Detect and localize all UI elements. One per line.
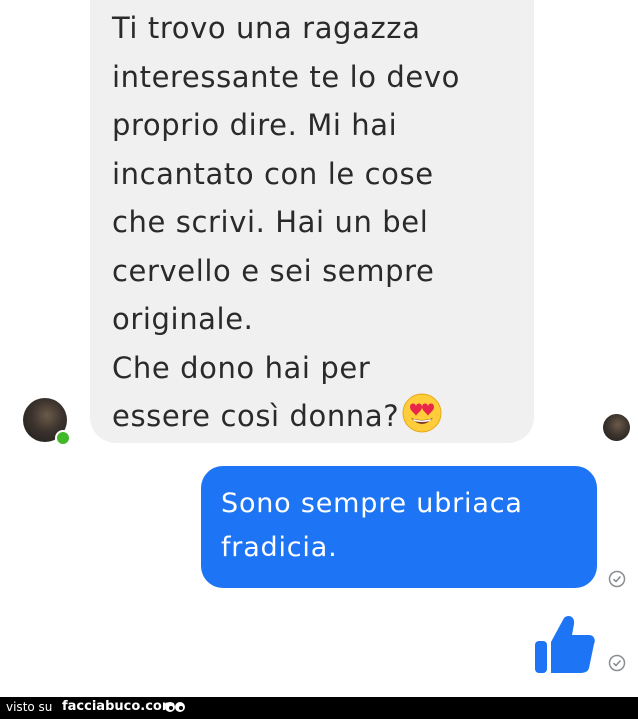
- outgoing-message-text: Sono sempre ubriaca fradicia.: [221, 488, 523, 563]
- footer-site-name: facciabuco.com: [62, 699, 176, 714]
- incoming-message-text: Ti trovo una ragazza interessante te lo …: [112, 11, 460, 433]
- outgoing-message-bubble[interactable]: Sono sempre ubriaca fradicia.: [201, 466, 597, 588]
- read-receipt-avatar: [603, 414, 630, 441]
- watermark-footer: visto su facciabuco.com: [0, 697, 638, 719]
- check-circle-icon: [608, 570, 626, 588]
- footer-prefix: visto su: [6, 700, 53, 714]
- eyes-logo-icon: [165, 702, 185, 712]
- incoming-message-bubble[interactable]: Ti trovo una ragazza interessante te lo …: [90, 0, 534, 443]
- check-circle-icon: [608, 654, 626, 672]
- heart-eyes-emoji-icon: [402, 393, 442, 433]
- online-status-dot: [55, 430, 71, 446]
- thumbs-up-icon[interactable]: [532, 611, 596, 675]
